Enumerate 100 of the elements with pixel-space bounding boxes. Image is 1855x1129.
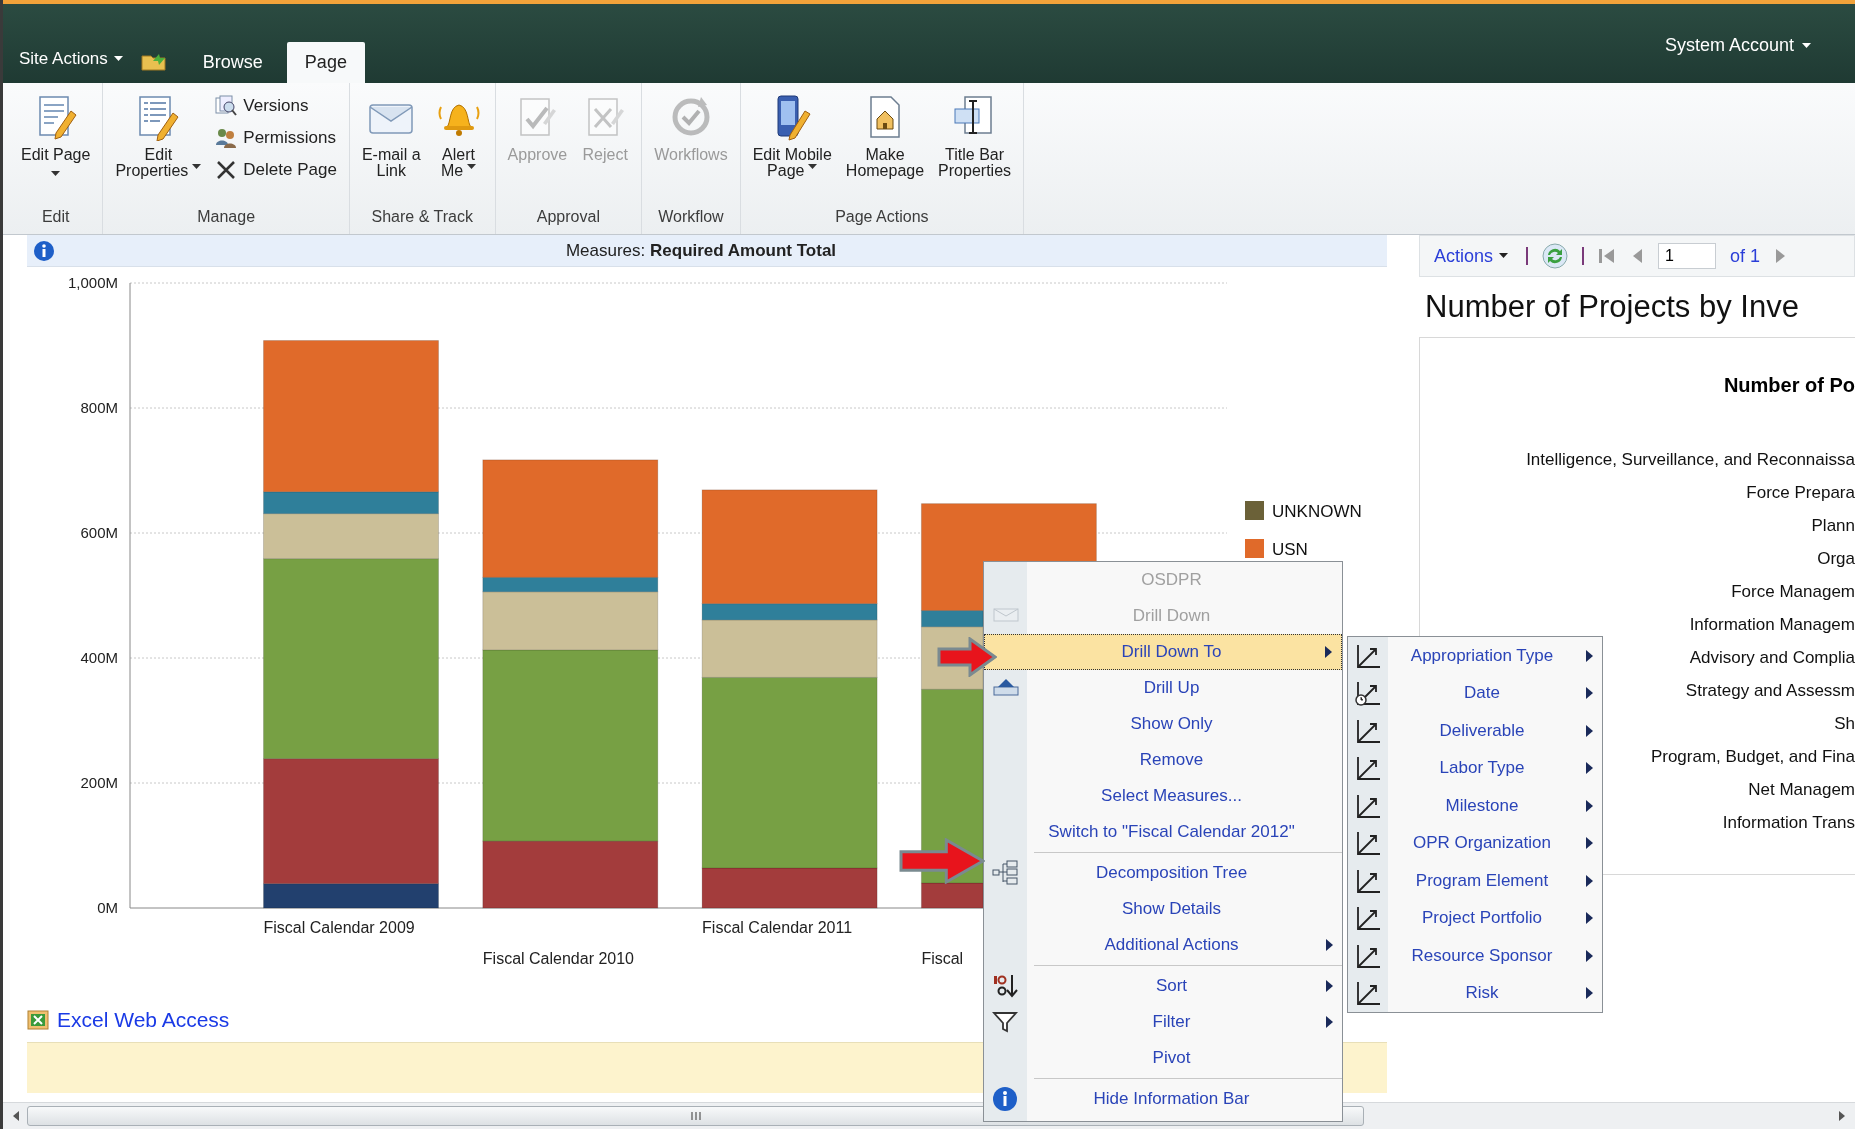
chart-title: Number of Po — [1723, 374, 1855, 397]
submenu-arrow-icon — [1325, 980, 1333, 992]
ribbon-button[interactable]: Make Homepage — [841, 93, 929, 179]
menu-item[interactable]: Show Details — [984, 891, 1342, 927]
ribbon-button[interactable]: Edit Properties — [111, 93, 206, 179]
category-label: Fiscal — [921, 950, 964, 967]
ribbon-button[interactable]: Edit Page — [17, 93, 95, 183]
category-label: Intelligence, Surveillance, and Reconnaissa — [1526, 449, 1855, 471]
axis-label: 800M — [80, 399, 118, 416]
axis-label: 1,000M — [67, 274, 118, 291]
category-label: Sh — [1834, 713, 1855, 735]
submenu-arrow-icon — [1585, 987, 1593, 1000]
menu-item[interactable]: Milestone — [1348, 787, 1602, 825]
axis-icon — [1354, 717, 1382, 744]
axis-label: 200M — [80, 774, 118, 791]
refresh-icon[interactable] — [1542, 243, 1569, 269]
category-label: Fiscal Calendar 2009 — [263, 919, 415, 936]
menu-item[interactable]: Additional Actions — [984, 927, 1342, 963]
tree-icon — [991, 860, 1020, 886]
ribbon-group-label: Edit — [40, 207, 71, 227]
caret-icon — [192, 164, 202, 170]
people-icon — [215, 127, 238, 149]
menu-item[interactable]: Filter — [984, 1004, 1342, 1040]
category-label: Fiscal Calendar 2010 — [482, 950, 634, 967]
web-part-title-link[interactable]: Excel Web Access — [57, 1007, 230, 1032]
axis-icon — [1354, 905, 1382, 932]
ribbon-group-label: Approval — [535, 207, 601, 227]
axis-icon — [1354, 755, 1382, 782]
submenu-arrow-icon — [1325, 939, 1333, 951]
menu-item[interactable]: Labor Type — [1348, 749, 1602, 787]
submenu-arrow-icon — [1585, 949, 1593, 962]
menu-item[interactable]: Risk — [1348, 974, 1602, 1012]
menu-item[interactable]: Drill Down To — [984, 634, 1342, 670]
ribbon-button[interactable]: Edit Mobile Page — [748, 93, 836, 179]
menu-item[interactable]: Show Only — [984, 706, 1342, 742]
first-page-icon[interactable] — [1598, 247, 1617, 265]
axis-label: 400M — [80, 649, 118, 666]
menu-item[interactable]: Project Portfolio — [1348, 899, 1602, 937]
scroll-right-icon[interactable] — [1837, 1110, 1847, 1122]
ribbon-button[interactable]: Delete Page — [211, 157, 341, 183]
category-label: Program, Budget, and Fina — [1650, 746, 1855, 768]
delete-icon — [215, 159, 238, 181]
category-label: Information Managem — [1689, 614, 1855, 636]
magnifier-pages-icon — [215, 95, 238, 117]
toolbar-separator — [1582, 247, 1585, 265]
axis-icon — [1354, 867, 1382, 894]
submenu-arrow-icon — [1585, 762, 1593, 775]
toolbar-separator — [1526, 247, 1529, 265]
menu-item[interactable]: Resource Sponsor — [1348, 937, 1602, 975]
axis-icon — [1354, 830, 1382, 857]
category-label: Strategy and Assessm — [1685, 680, 1855, 702]
caret-icon — [113, 56, 123, 62]
scroll-left-icon[interactable] — [11, 1110, 21, 1122]
page-number-field[interactable]: 1 — [1658, 243, 1717, 269]
ribbon-tab[interactable]: Browse — [184, 42, 281, 83]
report-title: Number of Projects by Inve — [1425, 289, 1800, 325]
ribbon-button[interactable]: Title Bar Properties — [934, 93, 1016, 179]
spreadsheet-icon — [27, 1009, 49, 1030]
caret-icon — [808, 164, 818, 170]
menu-item[interactable]: Remove — [984, 742, 1342, 778]
menu-item[interactable]: Deliverable — [1348, 712, 1602, 750]
submenu-arrow-icon — [1585, 912, 1593, 925]
menu-item[interactable]: Switch to "Fiscal Calendar 2012" — [984, 814, 1342, 850]
filter-icon — [991, 1009, 1020, 1035]
ribbon-group-label: Share & Track — [370, 207, 474, 227]
axis-clock-icon — [1354, 680, 1382, 707]
ribbon-tab[interactable]: Page — [286, 42, 365, 83]
axis-icon — [1354, 942, 1382, 969]
ribbon-group-label: Workflow — [657, 207, 725, 227]
actions-menu[interactable]: Actions — [1430, 245, 1513, 267]
ribbon-button[interactable]: E-mail a Link — [357, 93, 425, 179]
ribbon-button[interactable]: Alert Me — [430, 93, 487, 179]
ribbon-button[interactable]: Permissions — [211, 125, 341, 151]
menu-item[interactable]: Pivot — [984, 1040, 1342, 1076]
submenu-arrow-icon — [1585, 799, 1593, 812]
ribbon-group-label: Page Actions — [834, 207, 930, 227]
category-label: Fiscal Calendar 2011 — [702, 919, 853, 936]
axis-icon — [1354, 642, 1382, 669]
caret-icon — [467, 164, 477, 170]
legend-label: UNKNOWN — [1272, 502, 1362, 521]
menu-item[interactable]: Select Measures... — [984, 778, 1342, 814]
grip-icon — [689, 1111, 702, 1121]
menu-item[interactable]: Date — [1348, 674, 1602, 712]
axis-icon — [1354, 980, 1382, 1007]
category-label: Force Prepara — [1746, 482, 1855, 504]
page-count: of 1 — [1730, 245, 1761, 267]
site-actions-menu[interactable]: Site Actions — [11, 49, 131, 83]
menu-item[interactable]: Appropriation Type — [1348, 637, 1602, 675]
info-icon — [33, 239, 55, 262]
menu-item[interactable]: Program Element — [1348, 862, 1602, 900]
menu-item[interactable]: OPR Organization — [1348, 824, 1602, 862]
callout-arrow — [937, 637, 997, 677]
submenu-arrow-icon — [1324, 646, 1332, 658]
submenu-arrow-icon — [1585, 649, 1593, 662]
menu-item[interactable]: Drill Up — [984, 670, 1342, 706]
user-menu[interactable]: System Account — [1658, 34, 1817, 57]
axis-label: 0M — [97, 899, 118, 916]
category-label: Orga — [1817, 548, 1855, 570]
ribbon-button[interactable]: Versions — [211, 93, 341, 119]
sort-icon — [991, 973, 1020, 999]
